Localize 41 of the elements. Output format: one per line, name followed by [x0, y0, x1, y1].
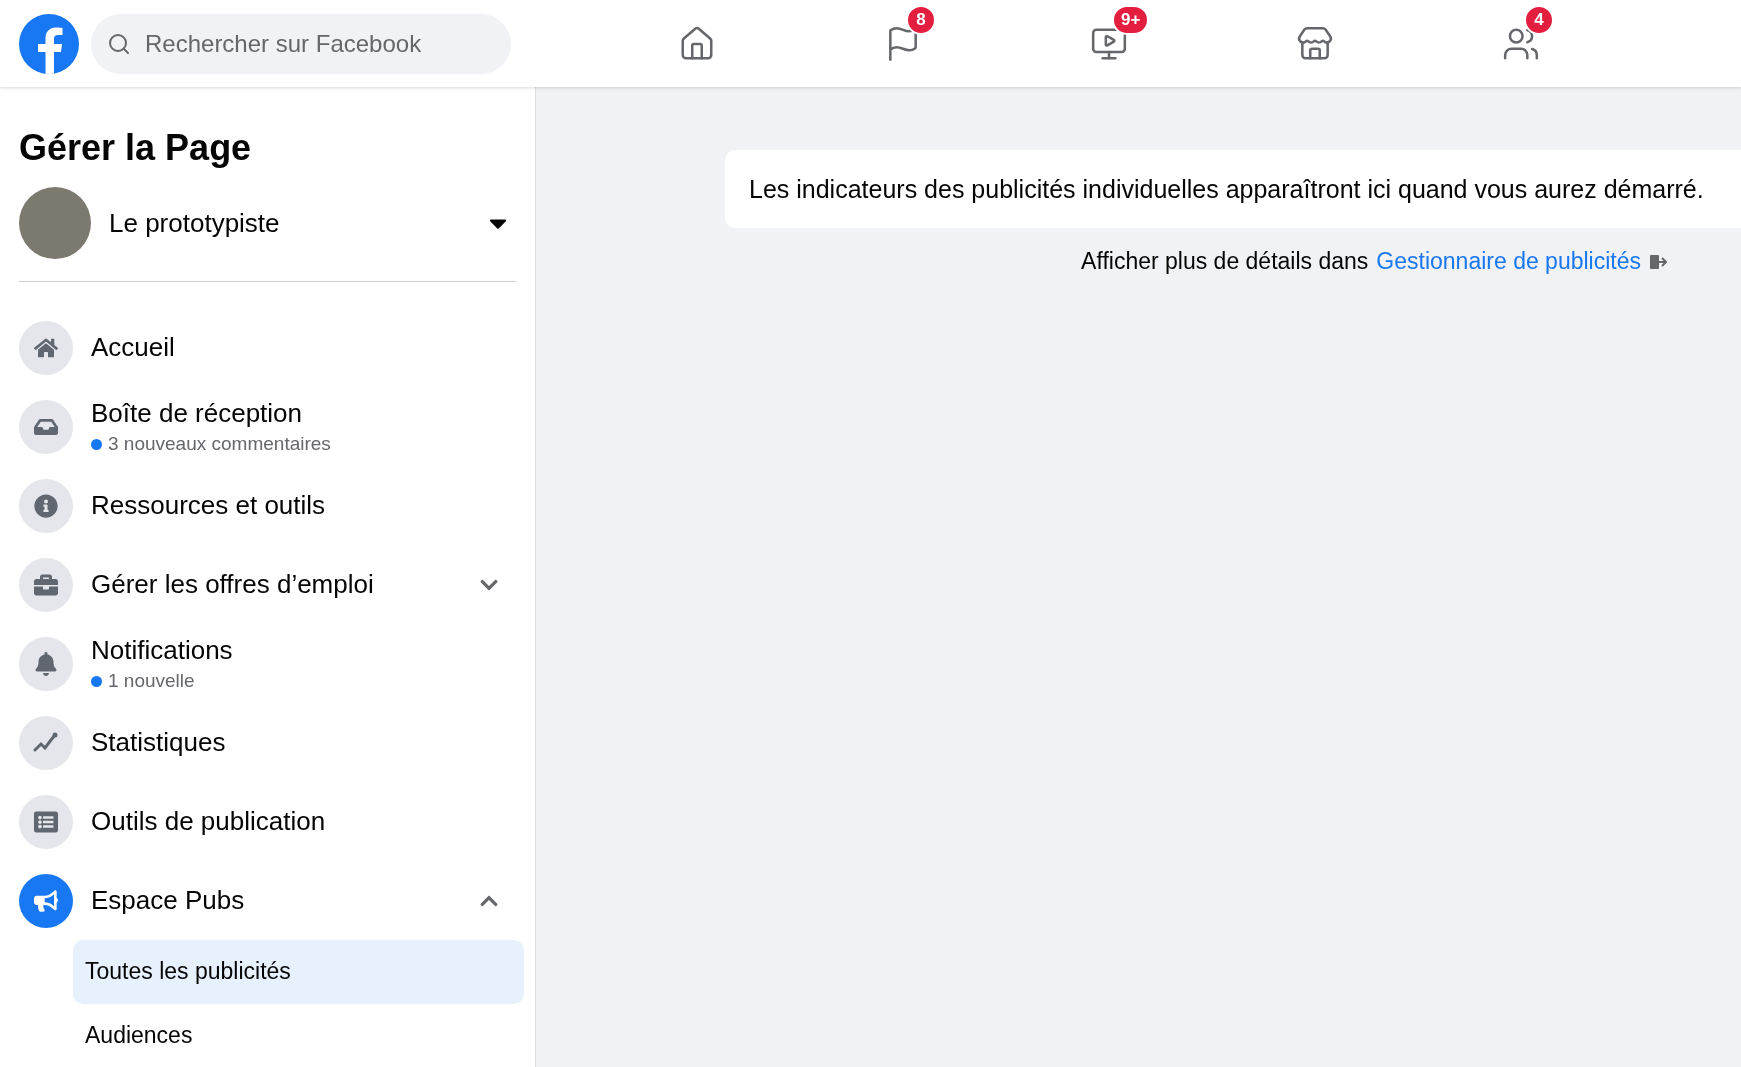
item-label: Outils de publication: [91, 806, 327, 837]
item-label: Ressources et outils: [91, 490, 327, 521]
item-label: Boîte de réception: [91, 398, 304, 429]
sidebar-item[interactable]: Gérer les offres d’emploi: [19, 545, 516, 624]
store-icon: [1296, 24, 1334, 63]
ads-manager-link[interactable]: Gestionnaire de publicités: [1376, 248, 1641, 275]
submenu-item[interactable]: Audiences: [73, 1003, 524, 1067]
info-message: Les indicateurs des publicités individuelles apparaîtront ici quand vous aurez démarré.: [725, 150, 1741, 228]
home-icon: [678, 24, 716, 63]
unread-dot: [91, 675, 102, 687]
item-subtitle: 1 nouvelle: [108, 670, 195, 692]
item-label: Statistiques: [91, 727, 227, 758]
sidebar-item[interactable]: Notifications 1 nouvelle: [19, 624, 516, 703]
item-label: Notifications: [91, 635, 234, 666]
sidebar-item[interactable]: Espace Pubs: [19, 861, 516, 940]
search-field[interactable]: Rechercher sur Facebook: [91, 13, 511, 74]
sidebar-item[interactable]: Boîte de réception 3 nouveaux commentaires: [19, 387, 516, 466]
unread-dot: [91, 438, 102, 450]
briefcase-icon: [34, 572, 58, 597]
sidebar-item[interactable]: Accueil: [19, 308, 516, 387]
info-icon: [34, 493, 58, 518]
sidebar-title: Gérer la Page: [19, 127, 253, 169]
item-label: Accueil: [91, 332, 176, 363]
details-text: Afficher plus de détails dans: [1081, 248, 1369, 275]
bell-icon: [34, 651, 58, 676]
item-label: Gérer les offres d’emploi: [91, 569, 375, 600]
sidebar-item[interactable]: Outils de publication: [19, 782, 516, 861]
notification-badge: 4: [1524, 4, 1554, 35]
notification-badge: 8: [906, 4, 936, 35]
publish-icon: [34, 809, 58, 834]
external-link-icon: [1649, 252, 1667, 271]
submenu-item[interactable]: Toutes les publicités: [73, 940, 524, 1004]
page-name: Le prototypiste: [109, 207, 281, 239]
chart-line-icon: [33, 731, 59, 754]
item-subtitle: 3 nouveaux commentaires: [108, 433, 331, 455]
notification-badge: 9+: [1112, 4, 1150, 35]
sidebar-item[interactable]: Statistiques: [19, 703, 516, 782]
sidebar-item[interactable]: Ressources et outils: [19, 466, 516, 545]
item-label: Espace Pubs: [91, 885, 246, 916]
search-icon: [107, 31, 131, 56]
megaphone-icon: [34, 888, 58, 913]
